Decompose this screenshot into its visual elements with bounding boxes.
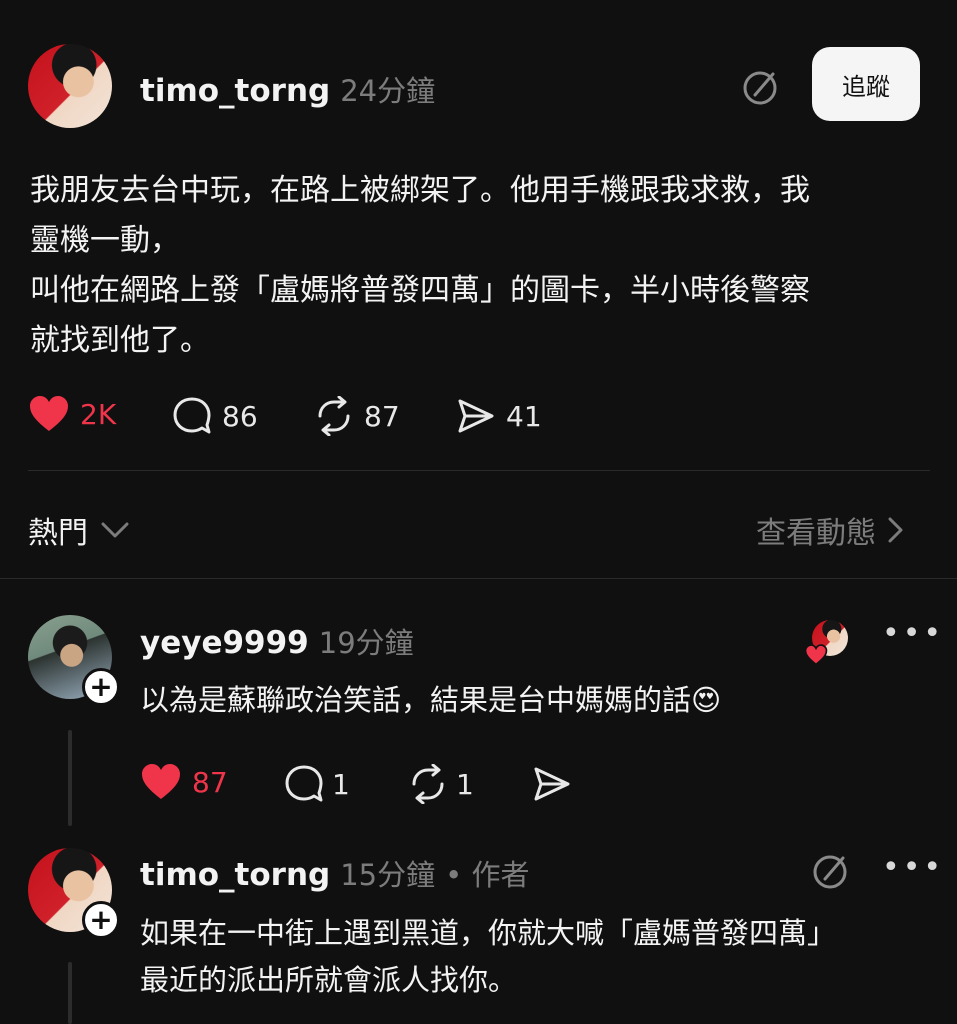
reply-body: 以為是蘇聯政治笑話，結果是台中媽媽的話😍 <box>140 683 722 717</box>
thread-line-2 <box>68 962 72 1024</box>
comment-bubble-icon <box>285 765 323 802</box>
heart-icon <box>804 644 828 666</box>
edit-badge-icon[interactable] <box>742 68 780 106</box>
send-icon <box>458 399 494 433</box>
comment-count: 86 <box>222 399 258 433</box>
reply2-username[interactable]: timo_torng <box>140 857 330 893</box>
reply2-time: 15分鐘 <box>340 858 436 892</box>
reply-like-count: 87 <box>192 765 228 799</box>
view-activity-label: 查看動態 <box>756 516 876 551</box>
reply-repost-count: 1 <box>456 767 474 801</box>
reply-comment-count: 1 <box>332 767 350 801</box>
repost-count: 87 <box>364 399 400 433</box>
reply-username[interactable]: yeye9999 <box>140 625 309 661</box>
post-author-avatar[interactable] <box>28 44 112 128</box>
heart-icon <box>30 396 68 431</box>
reply-comment-button[interactable]: 1 <box>284 764 350 804</box>
post-username[interactable]: timo_torng <box>140 73 330 109</box>
more-icon[interactable]: ••• <box>882 616 944 651</box>
comment-bubble-icon <box>173 397 211 434</box>
reply-share-button[interactable] <box>532 764 572 808</box>
chevron-down-icon <box>101 522 129 538</box>
author-tag: • 作者 <box>445 858 530 892</box>
post-header: timo_torng 24分鐘 <box>140 68 435 110</box>
reply2-header: timo_torng 15分鐘 • 作者 <box>140 852 529 894</box>
heart-icon <box>142 764 180 799</box>
send-icon <box>534 767 570 801</box>
chevron-right-icon <box>888 517 903 543</box>
share-count: 41 <box>506 399 542 433</box>
post-body: 我朋友去台中玩，在路上被綁架了。他用手機跟我求救，我 靈機一動， 叫他在網路上發… <box>30 173 810 358</box>
reply-header: yeye9999 19分鐘 <box>140 620 414 662</box>
repost-icon <box>318 396 350 436</box>
comment-button[interactable]: 86 <box>172 396 258 436</box>
more-icon[interactable]: ••• <box>882 850 944 885</box>
reply-time: 19分鐘 <box>318 626 414 660</box>
like-count: 2K <box>80 397 117 431</box>
author-liked-badge <box>804 620 850 666</box>
thread-line <box>68 730 72 826</box>
post-divider <box>28 470 930 471</box>
share-button[interactable]: 41 <box>456 396 542 436</box>
like-button[interactable]: 2K <box>28 394 116 434</box>
reply2-body: 如果在一中街上遇到黑道，你就大喊「盧媽普發四萬」 最近的派出所就會派人找你。 <box>140 916 837 997</box>
edit-badge-icon[interactable] <box>812 852 850 890</box>
post-time: 24分鐘 <box>340 74 436 108</box>
repost-icon <box>412 764 444 804</box>
follow-plus-icon[interactable]: + <box>82 668 120 706</box>
section-divider <box>0 578 957 579</box>
reply-like-button[interactable]: 87 <box>140 762 228 802</box>
follow-button[interactable]: 追蹤 <box>812 47 920 121</box>
sort-label: 熱門 <box>28 516 88 551</box>
repost-button[interactable]: 87 <box>314 396 400 436</box>
sort-dropdown[interactable]: 熱門 <box>28 508 130 552</box>
follow-plus-icon[interactable]: + <box>82 901 120 939</box>
reply-repost-button[interactable]: 1 <box>408 764 474 804</box>
view-activity-link[interactable]: 查看動態 <box>756 508 904 552</box>
